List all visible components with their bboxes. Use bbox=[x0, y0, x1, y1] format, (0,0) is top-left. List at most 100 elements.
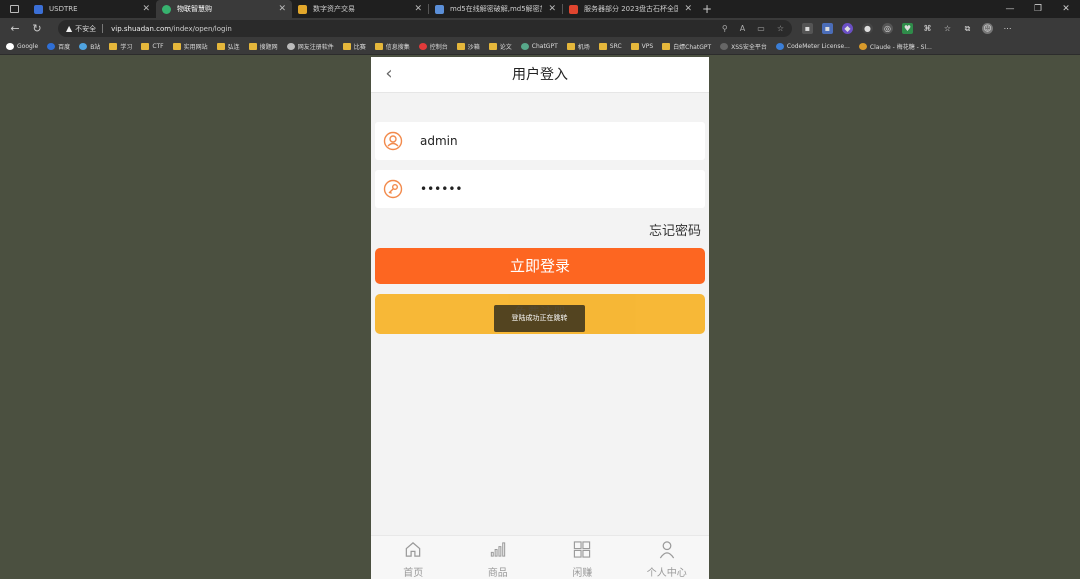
folder-icon bbox=[248, 43, 257, 50]
username-input[interactable] bbox=[420, 134, 680, 148]
bookmark-label: 弘连 bbox=[227, 44, 240, 51]
bookmark-label: 白嫖ChatGPT bbox=[673, 44, 712, 51]
extension-4-icon[interactable]: ● bbox=[862, 23, 873, 34]
new-tab-button[interactable]: + bbox=[698, 2, 716, 16]
bottom-tab-bar: 首页 商品 闲赚 个人中心 bbox=[371, 535, 709, 579]
bookmark-label: 比赛 bbox=[353, 44, 366, 51]
window-icon bbox=[9, 5, 19, 13]
tab-title: USDTRE bbox=[49, 5, 78, 13]
close-icon[interactable]: ✕ bbox=[278, 4, 286, 14]
bookmark-label: Claude - 梅花糖 - Sl... bbox=[869, 44, 932, 51]
bookmark-item[interactable]: 实用网站 bbox=[172, 42, 208, 51]
folder-icon bbox=[109, 43, 118, 50]
key-icon[interactable]: ⚲ bbox=[722, 24, 728, 33]
bar-chart-icon bbox=[490, 542, 505, 557]
tabbar-item-profile[interactable]: 个人中心 bbox=[625, 536, 710, 579]
tabbar-label: 闲赚 bbox=[572, 568, 593, 579]
bookmark-item[interactable]: XSS安全平台 bbox=[720, 42, 767, 51]
browser-tab-server[interactable]: 服务器部分 2023盘古石杯全国 ✕ bbox=[563, 0, 698, 18]
extension-6-icon[interactable]: ♥ bbox=[902, 23, 913, 34]
close-icon[interactable]: ✕ bbox=[414, 4, 422, 14]
forgot-password-link[interactable]: 忘记密码 bbox=[649, 220, 701, 239]
browser-tab-md5[interactable]: md5在线解密破解,md5解密加密 ✕ bbox=[429, 0, 562, 18]
bilibili-icon bbox=[79, 43, 88, 50]
close-icon[interactable]: ✕ bbox=[142, 4, 150, 14]
back-chevron-icon[interactable]: ‹ bbox=[379, 64, 399, 84]
folder-icon bbox=[456, 43, 465, 50]
csdn-favicon-icon bbox=[569, 4, 578, 14]
bookmark-item[interactable]: 比赛 bbox=[342, 42, 366, 51]
minimize-icon[interactable]: — bbox=[996, 0, 1024, 18]
close-icon[interactable]: ✕ bbox=[684, 4, 692, 14]
tabbar-item-goods[interactable]: 商品 bbox=[456, 536, 541, 579]
codemeter-icon bbox=[775, 43, 784, 50]
warning-icon[interactable]: ▲ bbox=[66, 24, 72, 33]
bookmark-label: B站 bbox=[90, 44, 101, 51]
login-button[interactable]: 立即登录 bbox=[375, 248, 705, 284]
close-icon[interactable]: ✕ bbox=[548, 4, 556, 14]
bookmark-item[interactable]: ChatGPT bbox=[520, 43, 558, 50]
bookmark-item[interactable]: 机场 bbox=[566, 42, 590, 51]
home-icon bbox=[405, 542, 421, 557]
reader-icon[interactable]: ▭ bbox=[757, 24, 765, 33]
extension-5-icon[interactable]: ◎ bbox=[882, 23, 893, 34]
browser-tab-usdtre[interactable]: USDTRE ✕ bbox=[28, 0, 156, 18]
extensions-puzzle-icon[interactable]: ⌘ bbox=[922, 23, 933, 34]
bookmark-item[interactable]: 论文 bbox=[488, 42, 512, 51]
bookmark-item[interactable]: SRC bbox=[598, 43, 622, 50]
mobile-page: 用户登入 ‹ 忘记密码 立即登录 免费注册 登陆成功正在跳转 首页 商品 bbox=[371, 57, 709, 579]
bookmark-item[interactable]: 弘连 bbox=[216, 42, 240, 51]
tab-actions-button[interactable] bbox=[0, 0, 28, 18]
bookmark-item[interactable]: 搜题网 bbox=[248, 42, 278, 51]
extension-2-icon[interactable]: ▪ bbox=[822, 23, 833, 34]
read-aloud-icon[interactable]: A bbox=[740, 24, 745, 33]
bookmark-label: CodeMeter License... bbox=[786, 43, 850, 50]
window-close-icon[interactable]: ✕ bbox=[1052, 0, 1080, 18]
insecure-label[interactable]: 不安全 bbox=[75, 24, 96, 34]
google-icon bbox=[6, 43, 14, 50]
username-field[interactable] bbox=[375, 122, 705, 160]
grid-icon bbox=[574, 541, 591, 558]
collections-icon[interactable]: ⧉ bbox=[962, 23, 973, 34]
bookmark-item[interactable]: 学习 bbox=[109, 42, 132, 51]
password-field[interactable] bbox=[375, 170, 705, 208]
more-menu-icon[interactable]: ⋯ bbox=[1002, 23, 1013, 34]
profile-avatar[interactable]: ☺ bbox=[982, 23, 993, 34]
extension-3-icon[interactable]: ◆ bbox=[842, 23, 853, 34]
bookmark-label: VPS bbox=[641, 43, 654, 50]
bookmark-item[interactable]: 白嫖ChatGPT bbox=[662, 42, 711, 51]
folder-icon bbox=[566, 43, 575, 50]
tabbar-item-earn[interactable]: 闲赚 bbox=[540, 536, 625, 579]
bookmark-item[interactable]: Google bbox=[6, 43, 38, 50]
bookmark-item[interactable]: CodeMeter License... bbox=[775, 43, 850, 50]
tab-title: 数字资产交易 bbox=[313, 5, 355, 13]
browser-tab-exchange[interactable]: 数字资产交易 ✕ bbox=[292, 0, 428, 18]
password-input[interactable] bbox=[420, 182, 680, 196]
bookmark-item[interactable]: Claude - 梅花糖 - Sl... bbox=[858, 42, 932, 51]
xss-icon bbox=[720, 43, 729, 50]
address-actions: ⚲ A ▭ ☆ bbox=[722, 20, 784, 37]
bookmark-item[interactable]: 百度 bbox=[47, 42, 70, 51]
favorite-star-icon[interactable]: ☆ bbox=[777, 24, 784, 33]
back-arrow-icon[interactable]: ← bbox=[4, 22, 26, 35]
extension-1-icon[interactable]: ▪ bbox=[802, 23, 813, 34]
bookmark-label: 学习 bbox=[120, 44, 133, 51]
bookmark-item[interactable]: 沙箱 bbox=[456, 42, 480, 51]
bookmark-item[interactable]: 网友注册软件 bbox=[286, 42, 334, 51]
browser-tab-active[interactable]: 物联智慧购 ✕ bbox=[156, 0, 292, 18]
window-controls: — ❐ ✕ bbox=[996, 0, 1080, 18]
bookmark-item[interactable]: VPS bbox=[630, 43, 654, 50]
bookmark-item[interactable]: CTF bbox=[141, 43, 164, 50]
restore-icon[interactable]: ❐ bbox=[1024, 0, 1052, 18]
bookmark-item[interactable]: B站 bbox=[79, 42, 100, 51]
huawei-icon bbox=[418, 43, 427, 50]
favorites-icon[interactable]: ☆ bbox=[942, 23, 953, 34]
bookmark-label: 网友注册软件 bbox=[297, 44, 334, 51]
bookmark-label: CTF bbox=[152, 43, 164, 50]
bookmark-item[interactable]: 信息搜集 bbox=[374, 42, 410, 51]
reload-icon[interactable]: ↻ bbox=[26, 22, 48, 35]
address-bar[interactable]: ▲ 不安全 vip.shuadan.com/index/open/login ⚲… bbox=[58, 20, 792, 37]
bookmark-item[interactable]: 控制台 bbox=[418, 42, 448, 51]
tabbar-item-home[interactable]: 首页 bbox=[371, 536, 456, 579]
url-text[interactable]: vip.shuadan.com/index/open/login bbox=[111, 25, 232, 33]
